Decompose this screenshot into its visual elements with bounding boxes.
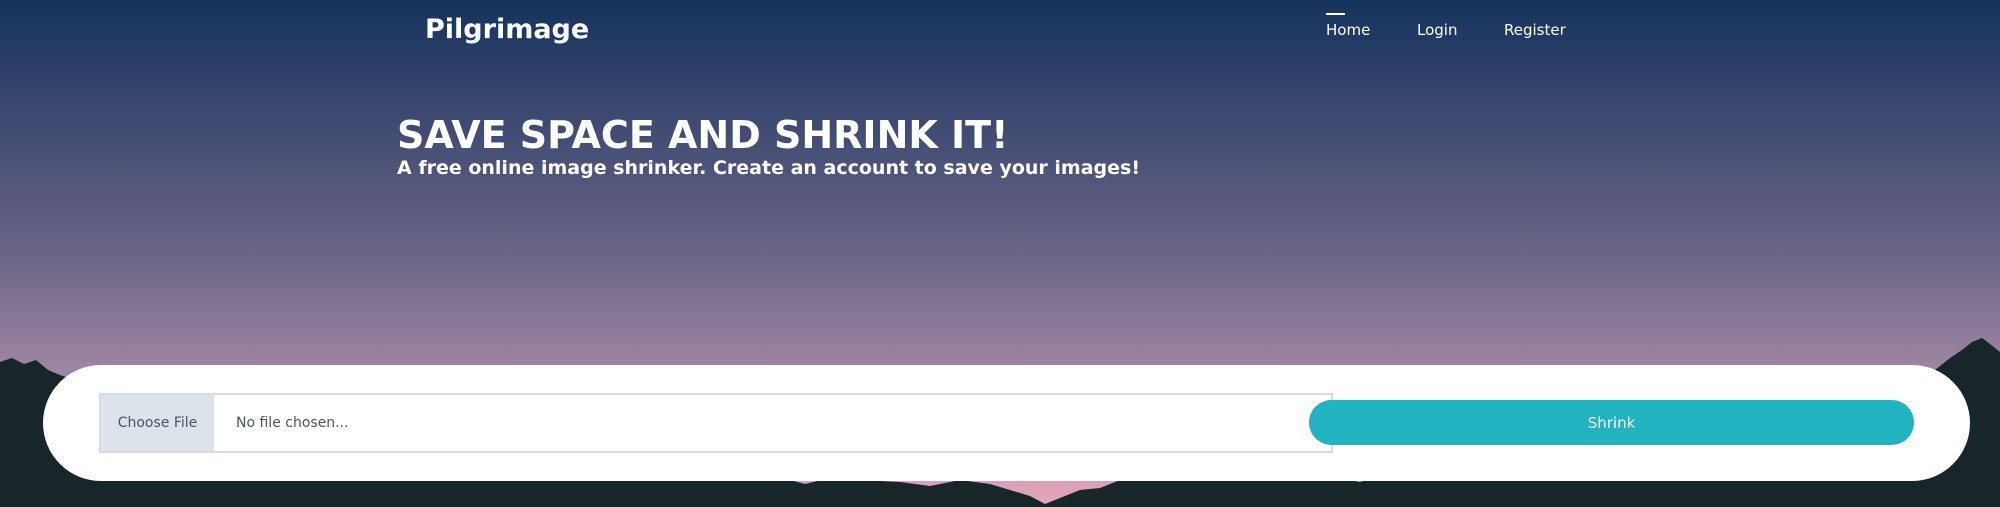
navbar: Pilgrimage Home Login Register <box>0 0 2000 64</box>
nav-login-link[interactable]: Login <box>1417 21 1457 39</box>
hero-subtitle: A free online image shrinker. Create an … <box>397 157 1140 179</box>
upload-panel: Choose File No file chosen... Shrink <box>43 365 1970 481</box>
nav-register-link[interactable]: Register <box>1504 21 1566 39</box>
nav-home-link[interactable]: Home <box>1326 13 1370 39</box>
file-status-text: No file chosen... <box>236 415 349 431</box>
file-picker[interactable]: Choose File No file chosen... <box>99 393 1333 453</box>
shrink-button[interactable]: Shrink <box>1309 400 1914 445</box>
hero-title: SAVE SPACE AND SHRINK IT! <box>397 113 1009 157</box>
brand-logo[interactable]: Pilgrimage <box>425 14 589 45</box>
choose-file-button[interactable]: Choose File <box>101 395 214 451</box>
